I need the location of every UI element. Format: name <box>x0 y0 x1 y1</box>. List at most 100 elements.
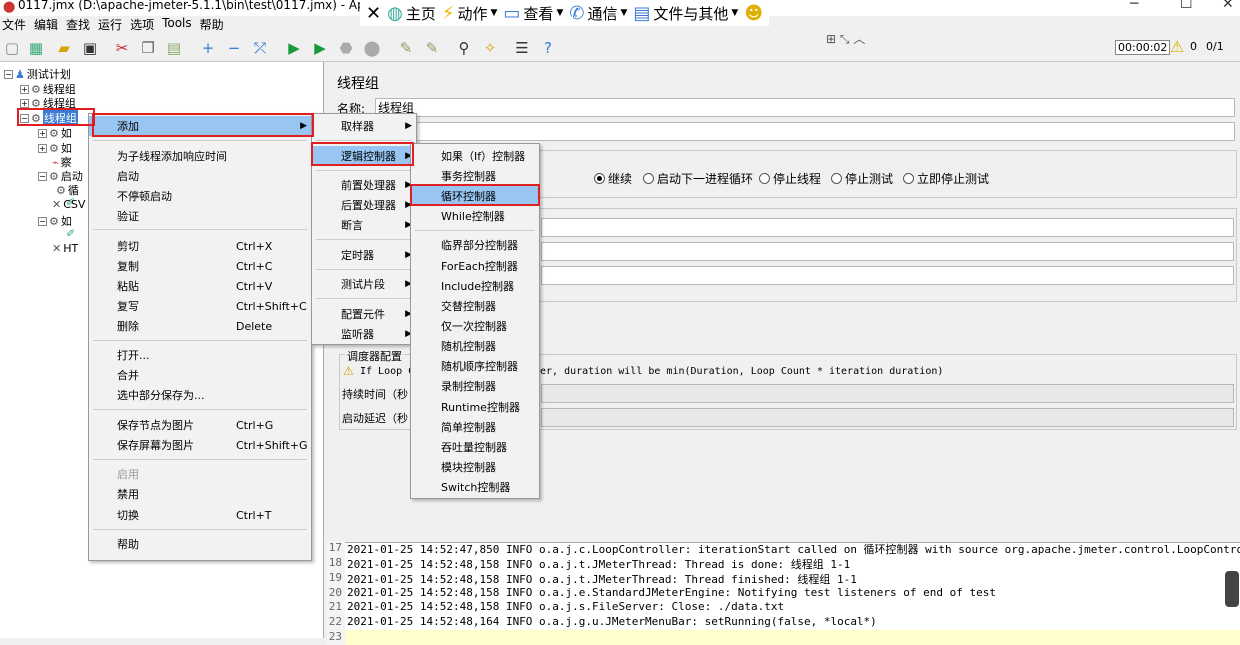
search-icon[interactable]: ⚲ <box>454 38 474 58</box>
threads-field[interactable] <box>541 218 1234 237</box>
logic-item-if[interactable]: 如果（If）控制器 <box>411 146 539 166</box>
collapse-toggle[interactable]: − <box>4 69 13 79</box>
submenu-item-pre-processor[interactable]: 前置处理器 ▶ <box>312 175 416 195</box>
menu-item-start-no-pause[interactable]: 不停顿启动 <box>89 186 311 206</box>
submenu-item-assertion[interactable]: 断言 ▶ <box>312 215 416 235</box>
radio-continue[interactable]: 继续 <box>594 170 632 187</box>
tree-node-thread-group[interactable]: + ⚙ 线程组 <box>20 95 76 111</box>
minimize-icon[interactable]: ─ <box>1130 0 1138 12</box>
comment-field[interactable] <box>375 122 1235 141</box>
menu-item-save-node-image[interactable]: 保存节点为图片 Ctrl+G <box>89 415 311 435</box>
copy-icon[interactable]: ❐ <box>138 38 158 58</box>
radio-stop-thread[interactable]: 停止线程 <box>759 170 821 187</box>
logic-item-random-order[interactable]: 随机顺序控制器 <box>411 356 539 376</box>
logic-item-recording[interactable]: 录制控制器 <box>411 376 539 396</box>
duration-field[interactable] <box>541 384 1234 403</box>
save-icon[interactable]: ▣ <box>80 38 100 58</box>
logic-item-foreach[interactable]: ForEach控制器 <box>411 256 539 276</box>
submenu-item-sampler[interactable]: 取样器 ▶ <box>312 116 416 136</box>
startup-delay-field[interactable] <box>541 408 1234 427</box>
menu-item-cut[interactable]: 剪切 Ctrl+X <box>89 236 311 256</box>
logic-item-loop[interactable]: 循环控制器 <box>411 186 539 206</box>
shutdown-icon[interactable]: ⬤ <box>362 38 382 58</box>
menu-item-save-selection[interactable]: 选中部分保存为... <box>89 385 311 405</box>
view-button[interactable]: ▭ 查看 ▼ <box>503 3 563 24</box>
tree-node-if[interactable]: + ⚙ 如 <box>38 125 72 141</box>
menu-item-start[interactable]: 启动 <box>89 166 311 186</box>
stop-icon[interactable]: ⬣ <box>336 38 356 58</box>
scroll-widget[interactable] <box>1225 571 1239 607</box>
radio-stop-test-now[interactable]: 立即停止测试 <box>903 170 989 187</box>
warning-icon[interactable]: ⚠ <box>1170 37 1184 56</box>
logic-item-critical-section[interactable]: 临界部分控制器 <box>411 235 539 255</box>
logic-item-include[interactable]: Include控制器 <box>411 276 539 296</box>
paste-icon[interactable]: ▤ <box>164 38 184 58</box>
logic-item-random[interactable]: 随机控制器 <box>411 336 539 356</box>
menu-item-add-response-time[interactable]: 为子线程添加响应时间 <box>89 146 311 166</box>
menu-item-validate[interactable]: 验证 <box>89 206 311 226</box>
menu-item-copy[interactable]: 复制 Ctrl+C <box>89 256 311 276</box>
radio-start-next-loop[interactable]: 启动下一进程循环 <box>643 170 753 187</box>
clear-icon[interactable]: ✎ <box>396 38 416 58</box>
menu-search[interactable]: 查找 <box>66 16 90 32</box>
expand-toggle[interactable]: + <box>20 84 29 94</box>
menu-item-delete[interactable]: 删除 Delete <box>89 316 311 336</box>
collapse-toggle[interactable]: − <box>38 216 47 226</box>
logic-item-simple[interactable]: 简单控制器 <box>411 417 539 437</box>
expand-icon[interactable]: + <box>198 38 218 58</box>
maximize-icon[interactable]: ☐ <box>1180 0 1193 12</box>
comm-button[interactable]: ✆ 通信 ▼ <box>569 3 627 24</box>
submenu-item-listener[interactable]: 监听器 ▶ <box>312 324 416 344</box>
collapse-toggle[interactable]: − <box>20 113 29 123</box>
logic-item-while[interactable]: While控制器 <box>411 206 539 226</box>
expand-toggle[interactable]: + <box>38 143 47 153</box>
toggle-icon[interactable]: ⤱ <box>250 38 270 58</box>
open-icon[interactable]: ▰ <box>54 38 74 58</box>
menu-item-open[interactable]: 打开... <box>89 345 311 365</box>
logic-item-transaction[interactable]: 事务控制器 <box>411 166 539 186</box>
logic-item-runtime[interactable]: Runtime控制器 <box>411 397 539 417</box>
clear-all-icon[interactable]: ✎ <box>422 38 442 58</box>
new-icon[interactable]: ▢ <box>2 38 22 58</box>
menu-item-merge[interactable]: 合并 <box>89 365 311 385</box>
radio-stop-test[interactable]: 停止测试 <box>831 170 893 187</box>
menu-file[interactable]: 文件 <box>2 16 26 32</box>
tree-node-thread-group-selected[interactable]: − ⚙ 线程组 <box>20 110 78 126</box>
menu-edit[interactable]: 编辑 <box>34 16 58 32</box>
help-icon[interactable]: ? <box>538 38 558 58</box>
close-icon[interactable]: ✕ <box>366 3 381 24</box>
menu-run[interactable]: 运行 <box>98 16 122 32</box>
smiley-icon[interactable]: ☻ <box>744 3 763 24</box>
collapse-toggle[interactable]: − <box>38 171 47 181</box>
name-field[interactable]: 线程组 <box>375 98 1235 117</box>
submenu-item-logic-controller[interactable]: 逻辑控制器 ▶ <box>312 146 416 166</box>
close-window-icon[interactable]: ✕ <box>1222 0 1234 12</box>
action-button[interactable]: ⚡ 动作 ▼ <box>442 3 498 24</box>
reset-search-icon[interactable]: ✧ <box>480 38 500 58</box>
expand-toggle[interactable]: + <box>38 128 47 138</box>
tree-node-test-plan[interactable]: − ♟ 测试计划 <box>4 66 71 82</box>
logic-item-module[interactable]: 模块控制器 <box>411 457 539 477</box>
logic-item-once-only[interactable]: 仅一次控制器 <box>411 316 539 336</box>
menu-item-duplicate[interactable]: 复写 Ctrl+Shift+C <box>89 296 311 316</box>
submenu-item-config-element[interactable]: 配置元件 ▶ <box>312 304 416 324</box>
cut-icon[interactable]: ✂ <box>112 38 132 58</box>
function-helper-icon[interactable]: ☰ <box>512 38 532 58</box>
menu-help[interactable]: 帮助 <box>200 16 224 32</box>
tree-node-csv[interactable]: ✕ CSV <box>52 198 85 211</box>
logic-item-throughput[interactable]: 吞吐量控制器 <box>411 437 539 457</box>
menu-item-save-screen-image[interactable]: 保存屏幕为图片 Ctrl+Shift+G <box>89 435 311 455</box>
logic-item-interleave[interactable]: 交替控制器 <box>411 296 539 316</box>
home-button[interactable]: ◍ 主页 <box>387 3 436 24</box>
submenu-item-timer[interactable]: 定时器 ▶ <box>312 245 416 265</box>
submenu-item-post-processor[interactable]: 后置处理器 ▶ <box>312 195 416 215</box>
submenu-item-test-fragment[interactable]: 测试片段 ▶ <box>312 274 416 294</box>
menu-options[interactable]: 选项 <box>130 16 154 32</box>
tree-node-sampler[interactable]: ✐ <box>66 227 75 240</box>
collapse-tree-icon[interactable]: − <box>224 38 244 58</box>
expand-toggle[interactable]: + <box>20 98 29 108</box>
loop-count-field[interactable] <box>541 266 1234 285</box>
start-icon[interactable]: ▶ <box>284 38 304 58</box>
menu-item-disable[interactable]: 禁用 <box>89 484 311 504</box>
templates-icon[interactable]: ▦ <box>26 38 46 58</box>
